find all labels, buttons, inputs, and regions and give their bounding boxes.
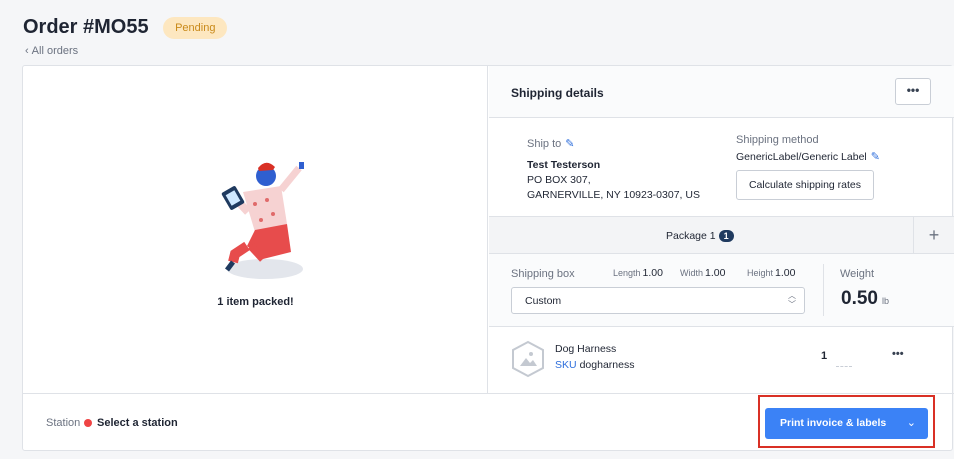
ship-to-label: Ship to <box>527 138 562 150</box>
shipping-details-header: Shipping details ••• <box>489 66 954 118</box>
length-value: 1.00 <box>642 267 663 279</box>
packed-message: 1 item packed! <box>217 296 294 308</box>
sku-label: SKU <box>555 359 577 371</box>
calculate-shipping-rates-button[interactable]: Calculate shipping rates <box>736 170 874 200</box>
edit-ship-to-pencil-icon[interactable]: ✎ <box>565 138 574 150</box>
package-tab-label: Package 1 <box>666 230 716 242</box>
packed-celebration-illustration <box>221 162 304 279</box>
item-name: Dog Harness <box>555 343 617 355</box>
shipping-box-label: Shipping box <box>511 268 575 280</box>
edit-shipping-method-pencil-icon[interactable]: ✎ <box>871 151 880 163</box>
product-image-placeholder-icon <box>512 340 544 378</box>
station-status-dot-icon <box>84 419 92 427</box>
weight-unit: lb <box>881 296 889 306</box>
divider <box>823 264 824 316</box>
shipping-pane: Shipping details ••• Ship to ✎ Test Teste… <box>489 66 954 393</box>
item-more-button[interactable]: ••• <box>892 348 904 360</box>
height-value: 1.00 <box>775 267 796 279</box>
select-station-link[interactable]: Select a station <box>97 417 178 429</box>
ship-to-block: Ship to ✎ Test Testerson PO BOX 307, GARN… <box>527 134 700 201</box>
weight-field[interactable]: 0.50 lb <box>841 288 889 310</box>
shipping-method-block: Shipping method GenericLabel/Generic Lab… <box>736 134 880 163</box>
shipping-box-selected: Custom <box>525 295 562 307</box>
height-dimension: Height 1.00 <box>747 267 795 279</box>
length-dimension: Length 1.00 <box>613 267 663 279</box>
package-tab[interactable]: Package 11 <box>666 230 734 242</box>
sku-value: dogharness <box>579 359 635 371</box>
back-link-label: All orders <box>31 45 79 57</box>
shipping-box-select[interactable]: Custom ︿ ﹀ <box>511 287 805 314</box>
package-item-count-badge: 1 <box>718 230 734 242</box>
package-item-row: Dog Harness SKU dogharness 1 ••• <box>489 328 954 393</box>
select-up-down-chevron-icon: ︿ ﹀ <box>788 291 796 309</box>
shipping-more-button[interactable]: ••• <box>895 78 931 105</box>
width-label: Width <box>680 268 704 278</box>
back-to-orders-link[interactable]: ‹ All orders <box>25 45 78 57</box>
height-label: Height <box>747 268 774 278</box>
order-header: Order #MO55 Pending <box>23 16 228 39</box>
chevron-left-icon: ‹ <box>25 45 29 57</box>
page-title: Order #MO55 <box>23 16 149 38</box>
length-label: Length <box>613 268 641 278</box>
shipping-box-row: Shipping box Length 1.00 Width 1.00 Height… <box>489 254 954 327</box>
station-label: Station <box>46 417 81 429</box>
shipping-method-value: GenericLabel/Generic Label <box>736 151 867 163</box>
packing-illustration-pane: 1 item packed! <box>23 66 488 393</box>
weight-label: Weight <box>840 268 875 280</box>
highlight-box <box>758 395 935 448</box>
weight-value: 0.50 <box>841 288 878 309</box>
package-tab-bar: Package 11 + <box>489 216 954 254</box>
status-badge: Pending <box>163 16 228 39</box>
add-package-plus-icon[interactable]: + <box>913 217 954 253</box>
order-card: 1 item packed! Shipping details ••• Ship… <box>22 65 954 451</box>
address-line-2: GARNERVILLE, NY 10923-0307, US <box>527 189 700 201</box>
recipient-name: Test Testerson <box>527 159 601 171</box>
width-value: 1.00 <box>705 267 726 279</box>
shipping-details-title: Shipping details <box>511 86 604 100</box>
address-line-1: PO BOX 307, <box>527 174 591 186</box>
quantity-underline <box>836 366 852 367</box>
shipping-method-label: Shipping method <box>736 134 819 146</box>
width-dimension: Width 1.00 <box>680 267 725 279</box>
item-sku: SKU dogharness <box>555 359 634 371</box>
item-quantity: 1 <box>821 350 828 362</box>
shipping-details-body: Ship to ✎ Test Testerson PO BOX 307, GARN… <box>489 119 954 216</box>
